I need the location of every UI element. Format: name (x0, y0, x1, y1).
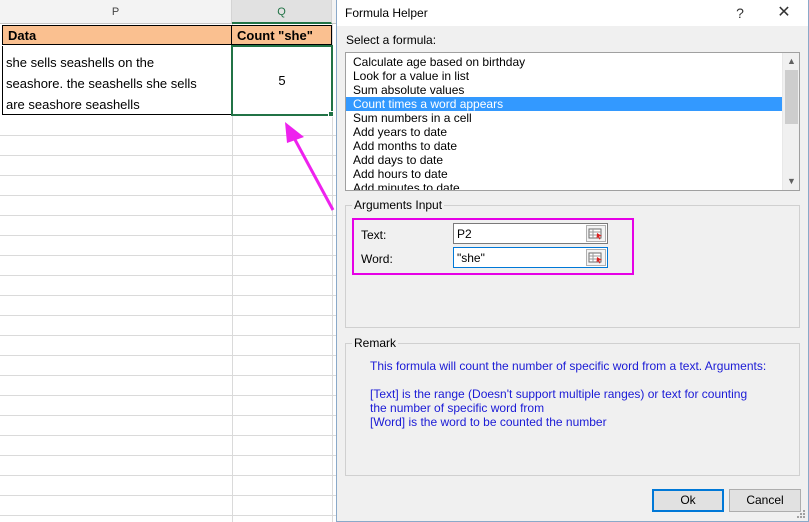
formula-list-item[interactable]: Look for a value in list (346, 69, 783, 83)
column-header-p[interactable]: P (0, 0, 232, 24)
formula-list-item[interactable]: Add hours to date (346, 167, 783, 181)
remark-line: the number of specific word from (370, 401, 545, 415)
gridline (0, 335, 340, 336)
spreadsheet: P Q Data Count "she" she sells seashells… (0, 0, 340, 522)
gridline (0, 435, 340, 436)
formula-list-item[interactable]: Calculate age based on birthday (346, 55, 783, 69)
cell-text-line: seashore. the seashells she sells (6, 76, 197, 91)
gridline (0, 195, 340, 196)
formula-list-item[interactable]: Sum absolute values (346, 83, 783, 97)
formula-list-item[interactable]: Sum numbers in a cell (346, 111, 783, 125)
gridline (0, 455, 340, 456)
gridline (0, 375, 340, 376)
remark-line: [Text] is the range (Doesn't support mul… (370, 387, 748, 401)
scroll-thumb[interactable] (785, 70, 798, 124)
cell-q1-count-header[interactable]: Count "she" (232, 25, 332, 45)
formula-list-item[interactable]: Add days to date (346, 153, 783, 167)
cell-text-line: she sells seashells on the (6, 55, 155, 70)
help-button[interactable]: ? (725, 2, 755, 24)
arguments-input-title: Arguments Input (352, 198, 445, 212)
gridline (0, 515, 340, 516)
gridline (0, 415, 340, 416)
cell-text-line: are seashore seashells (6, 97, 140, 112)
gridline (0, 395, 340, 396)
close-icon[interactable]: ✕ (769, 2, 799, 24)
active-cell-selection (231, 45, 333, 116)
gridline (0, 355, 340, 356)
remark-title: Remark (352, 336, 399, 350)
cancel-button[interactable]: Cancel (729, 489, 801, 512)
ok-button[interactable]: Ok (652, 489, 724, 512)
column-header-q[interactable]: Q (232, 0, 332, 24)
formula-list-item[interactable]: Add years to date (346, 125, 783, 139)
formula-list-item[interactable]: Add months to date (346, 139, 783, 153)
resize-grip-icon[interactable] (796, 509, 806, 519)
dialog-titlebar[interactable]: Formula Helper ? ✕ (337, 0, 808, 26)
formula-list-item[interactable]: Add minutes to date (346, 181, 783, 190)
gridline (0, 315, 340, 316)
listbox-scrollbar[interactable]: ▲ ▼ (782, 53, 799, 190)
arguments-highlight-box (352, 218, 634, 275)
gridline (0, 155, 340, 156)
select-formula-label: Select a formula: (346, 33, 437, 47)
gridline (0, 495, 340, 496)
gridline (0, 475, 340, 476)
gridline (0, 295, 340, 296)
formula-listbox[interactable]: Calculate age based on birthday Look for … (345, 52, 800, 191)
remark-group: Remark This formula will count the numbe… (345, 336, 800, 476)
gridline (0, 135, 340, 136)
remark-line: This formula will count the number of sp… (370, 359, 767, 373)
formula-list: Calculate age based on birthday Look for … (346, 55, 783, 190)
gridline (0, 215, 340, 216)
remark-line: [Word] is the word to be counted the num… (370, 415, 607, 429)
scroll-down-icon[interactable]: ▼ (783, 173, 799, 190)
cell-p1-data-header[interactable]: Data (2, 25, 232, 45)
gridline (0, 275, 340, 276)
gridline (0, 175, 340, 176)
fill-handle[interactable] (328, 111, 334, 117)
cell-p2-text[interactable]: she sells seashells on the seashore. the… (2, 46, 232, 115)
scroll-up-icon[interactable]: ▲ (783, 53, 799, 70)
gridline (0, 235, 340, 236)
formula-list-item[interactable]: Count times a word appears (346, 97, 783, 111)
gridline (0, 255, 340, 256)
dialog-title: Formula Helper (345, 6, 428, 20)
